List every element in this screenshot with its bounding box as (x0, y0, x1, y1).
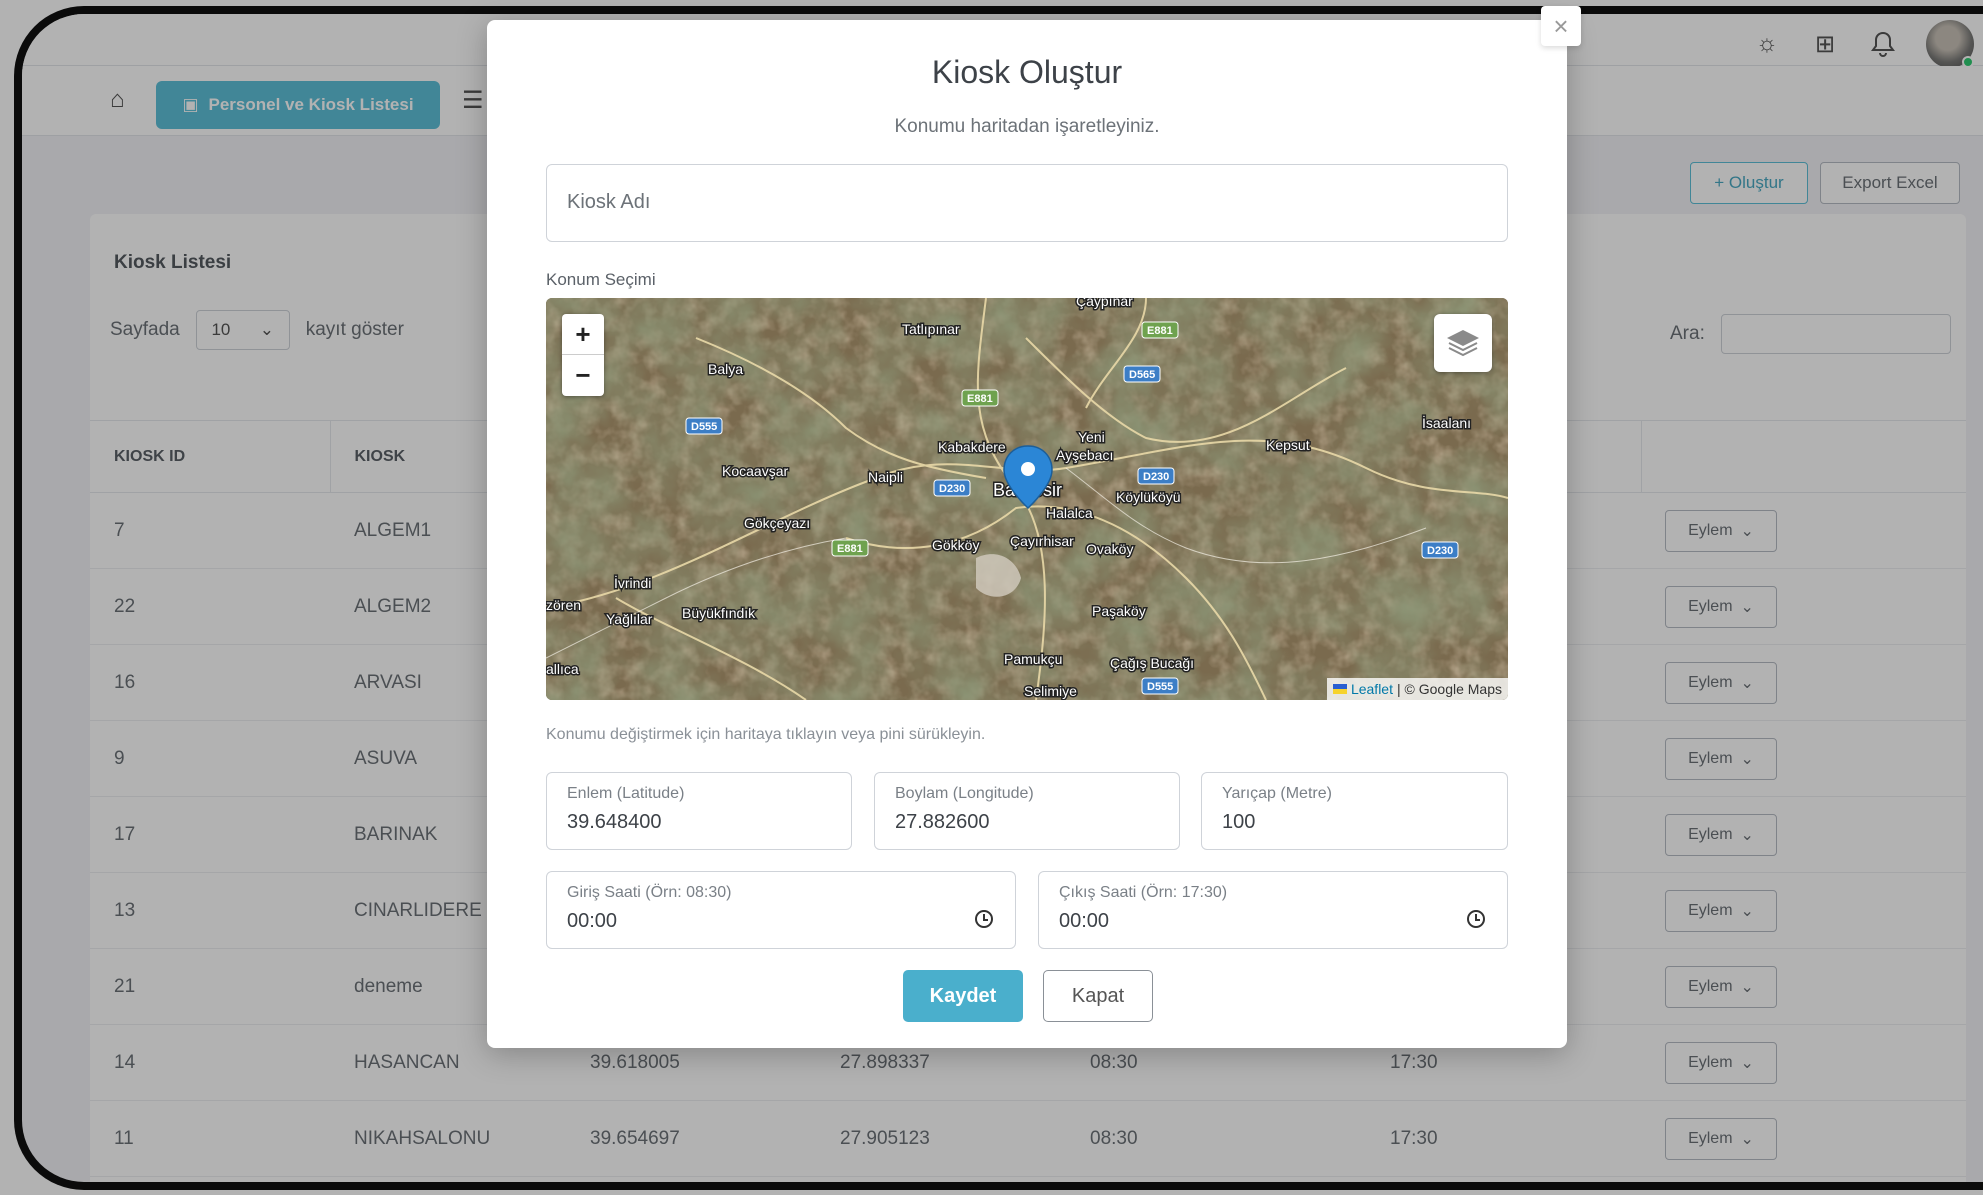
road-shield: D230 (1427, 545, 1453, 557)
clock-icon[interactable] (1467, 910, 1485, 928)
clock-icon[interactable] (975, 910, 993, 928)
modal-subtitle: Konumu haritadan işaretleyiniz. (894, 116, 1160, 137)
map-attribution: Leaflet | © Google Maps (1326, 678, 1508, 700)
map-place-label: Kepsut (1266, 437, 1310, 453)
road-shield: D555 (1147, 681, 1173, 693)
map-place-label: Yağlılar (606, 611, 653, 627)
modal-title: Kiosk Oluştur (931, 54, 1123, 90)
check-in-time-value: 00:00 (567, 910, 618, 932)
road-shield: D565 (1129, 369, 1155, 381)
check-out-time-field[interactable]: Çıkış Saati (Örn: 17:30) 00:00 (1038, 871, 1508, 949)
satellite-map-image: Çaypınar Tatlıpınar Balya Kocaavşar Naip… (546, 298, 1508, 700)
map-place-label: Büyükfındık (682, 605, 756, 621)
latitude-value: 39.648400 (567, 811, 662, 833)
map-place-label: Yeni (1078, 429, 1105, 445)
map-place-label: İsaalanı (1422, 414, 1471, 431)
check-in-time-field[interactable]: Giriş Saati (Örn: 08:30) 00:00 (546, 871, 1016, 949)
longitude-field[interactable]: Boylam (Longitude) 27.882600 (874, 772, 1180, 850)
map-place-label: zören (546, 597, 581, 613)
map-place-label: Çaypınar (1076, 298, 1133, 309)
longitude-label: Boylam (Longitude) (895, 785, 1034, 802)
save-button[interactable]: Kaydet (903, 970, 1023, 1022)
map-place-label: Halalca (1046, 505, 1093, 521)
map-place-label: İvrindi (614, 574, 651, 591)
road-shield: E881 (837, 543, 863, 555)
radius-label: Yarıçap (Metre) (1222, 785, 1332, 802)
map-place-label: Ovaköy (1086, 541, 1133, 557)
map-place-label: Balya (708, 361, 743, 377)
leaflet-link[interactable]: Leaflet (1351, 681, 1393, 697)
close-icon[interactable]: × (1541, 6, 1581, 46)
map-place-label: allıca (546, 661, 579, 677)
road-shield: D555 (691, 421, 717, 433)
longitude-value: 27.882600 (895, 811, 990, 833)
map-place-label: Selimiye (1024, 683, 1077, 699)
map-layers-icon[interactable] (1434, 314, 1492, 372)
road-shield: D230 (1143, 471, 1169, 483)
zoom-in-button[interactable]: + (562, 314, 604, 355)
latitude-field[interactable]: Enlem (Latitude) 39.648400 (546, 772, 852, 850)
road-shield: E881 (1147, 325, 1173, 337)
radius-value: 100 (1222, 811, 1256, 833)
kiosk-name-input[interactable]: Kiosk Adı (546, 164, 1508, 242)
map-place-label: Kabakdere (938, 439, 1006, 455)
check-in-time-label: Giriş Saati (Örn: 08:30) (567, 884, 732, 901)
ukraine-flag-icon (1332, 684, 1347, 694)
map-zoom-control: + − (562, 314, 604, 396)
map-place-label: Çağış Bucağı (1110, 655, 1194, 671)
map-place-label: Gökköy (932, 537, 979, 553)
map-hint: Konumu değiştirmek için haritaya tıklayı… (546, 726, 986, 743)
road-shield: D230 (939, 483, 965, 495)
road-shield: E881 (967, 393, 993, 405)
location-label: Konum Seçimi (546, 270, 656, 289)
map-place-label: Paşaköy (1092, 603, 1146, 619)
map-place-label: Pamukçu (1004, 651, 1062, 667)
check-out-time-value: 00:00 (1059, 910, 1110, 932)
map-place-label: Ayşebacı (1056, 447, 1113, 463)
attribution-text: | © Google Maps (1397, 681, 1502, 697)
map-place-label: Tatlıpınar (902, 321, 960, 337)
latitude-label: Enlem (Latitude) (567, 785, 685, 802)
location-map[interactable]: Çaypınar Tatlıpınar Balya Kocaavşar Naip… (546, 298, 1508, 700)
check-out-time-label: Çıkış Saati (Örn: 17:30) (1059, 884, 1228, 901)
map-place-label: Köylüköyü (1116, 489, 1181, 505)
map-place-label: Gökçeyazı (744, 515, 810, 531)
radius-field[interactable]: Yarıçap (Metre) 100 (1201, 772, 1508, 850)
map-place-label: Kocaavşar (722, 463, 788, 479)
close-button[interactable]: Kapat (1043, 970, 1153, 1022)
map-place-label: Naipli (868, 469, 903, 485)
map-place-label: Çayırhisar (1010, 533, 1074, 549)
create-kiosk-modal: × Kiosk Oluştur Konumu haritadan işaretl… (487, 6, 1581, 1048)
zoom-out-button[interactable]: − (562, 355, 604, 396)
